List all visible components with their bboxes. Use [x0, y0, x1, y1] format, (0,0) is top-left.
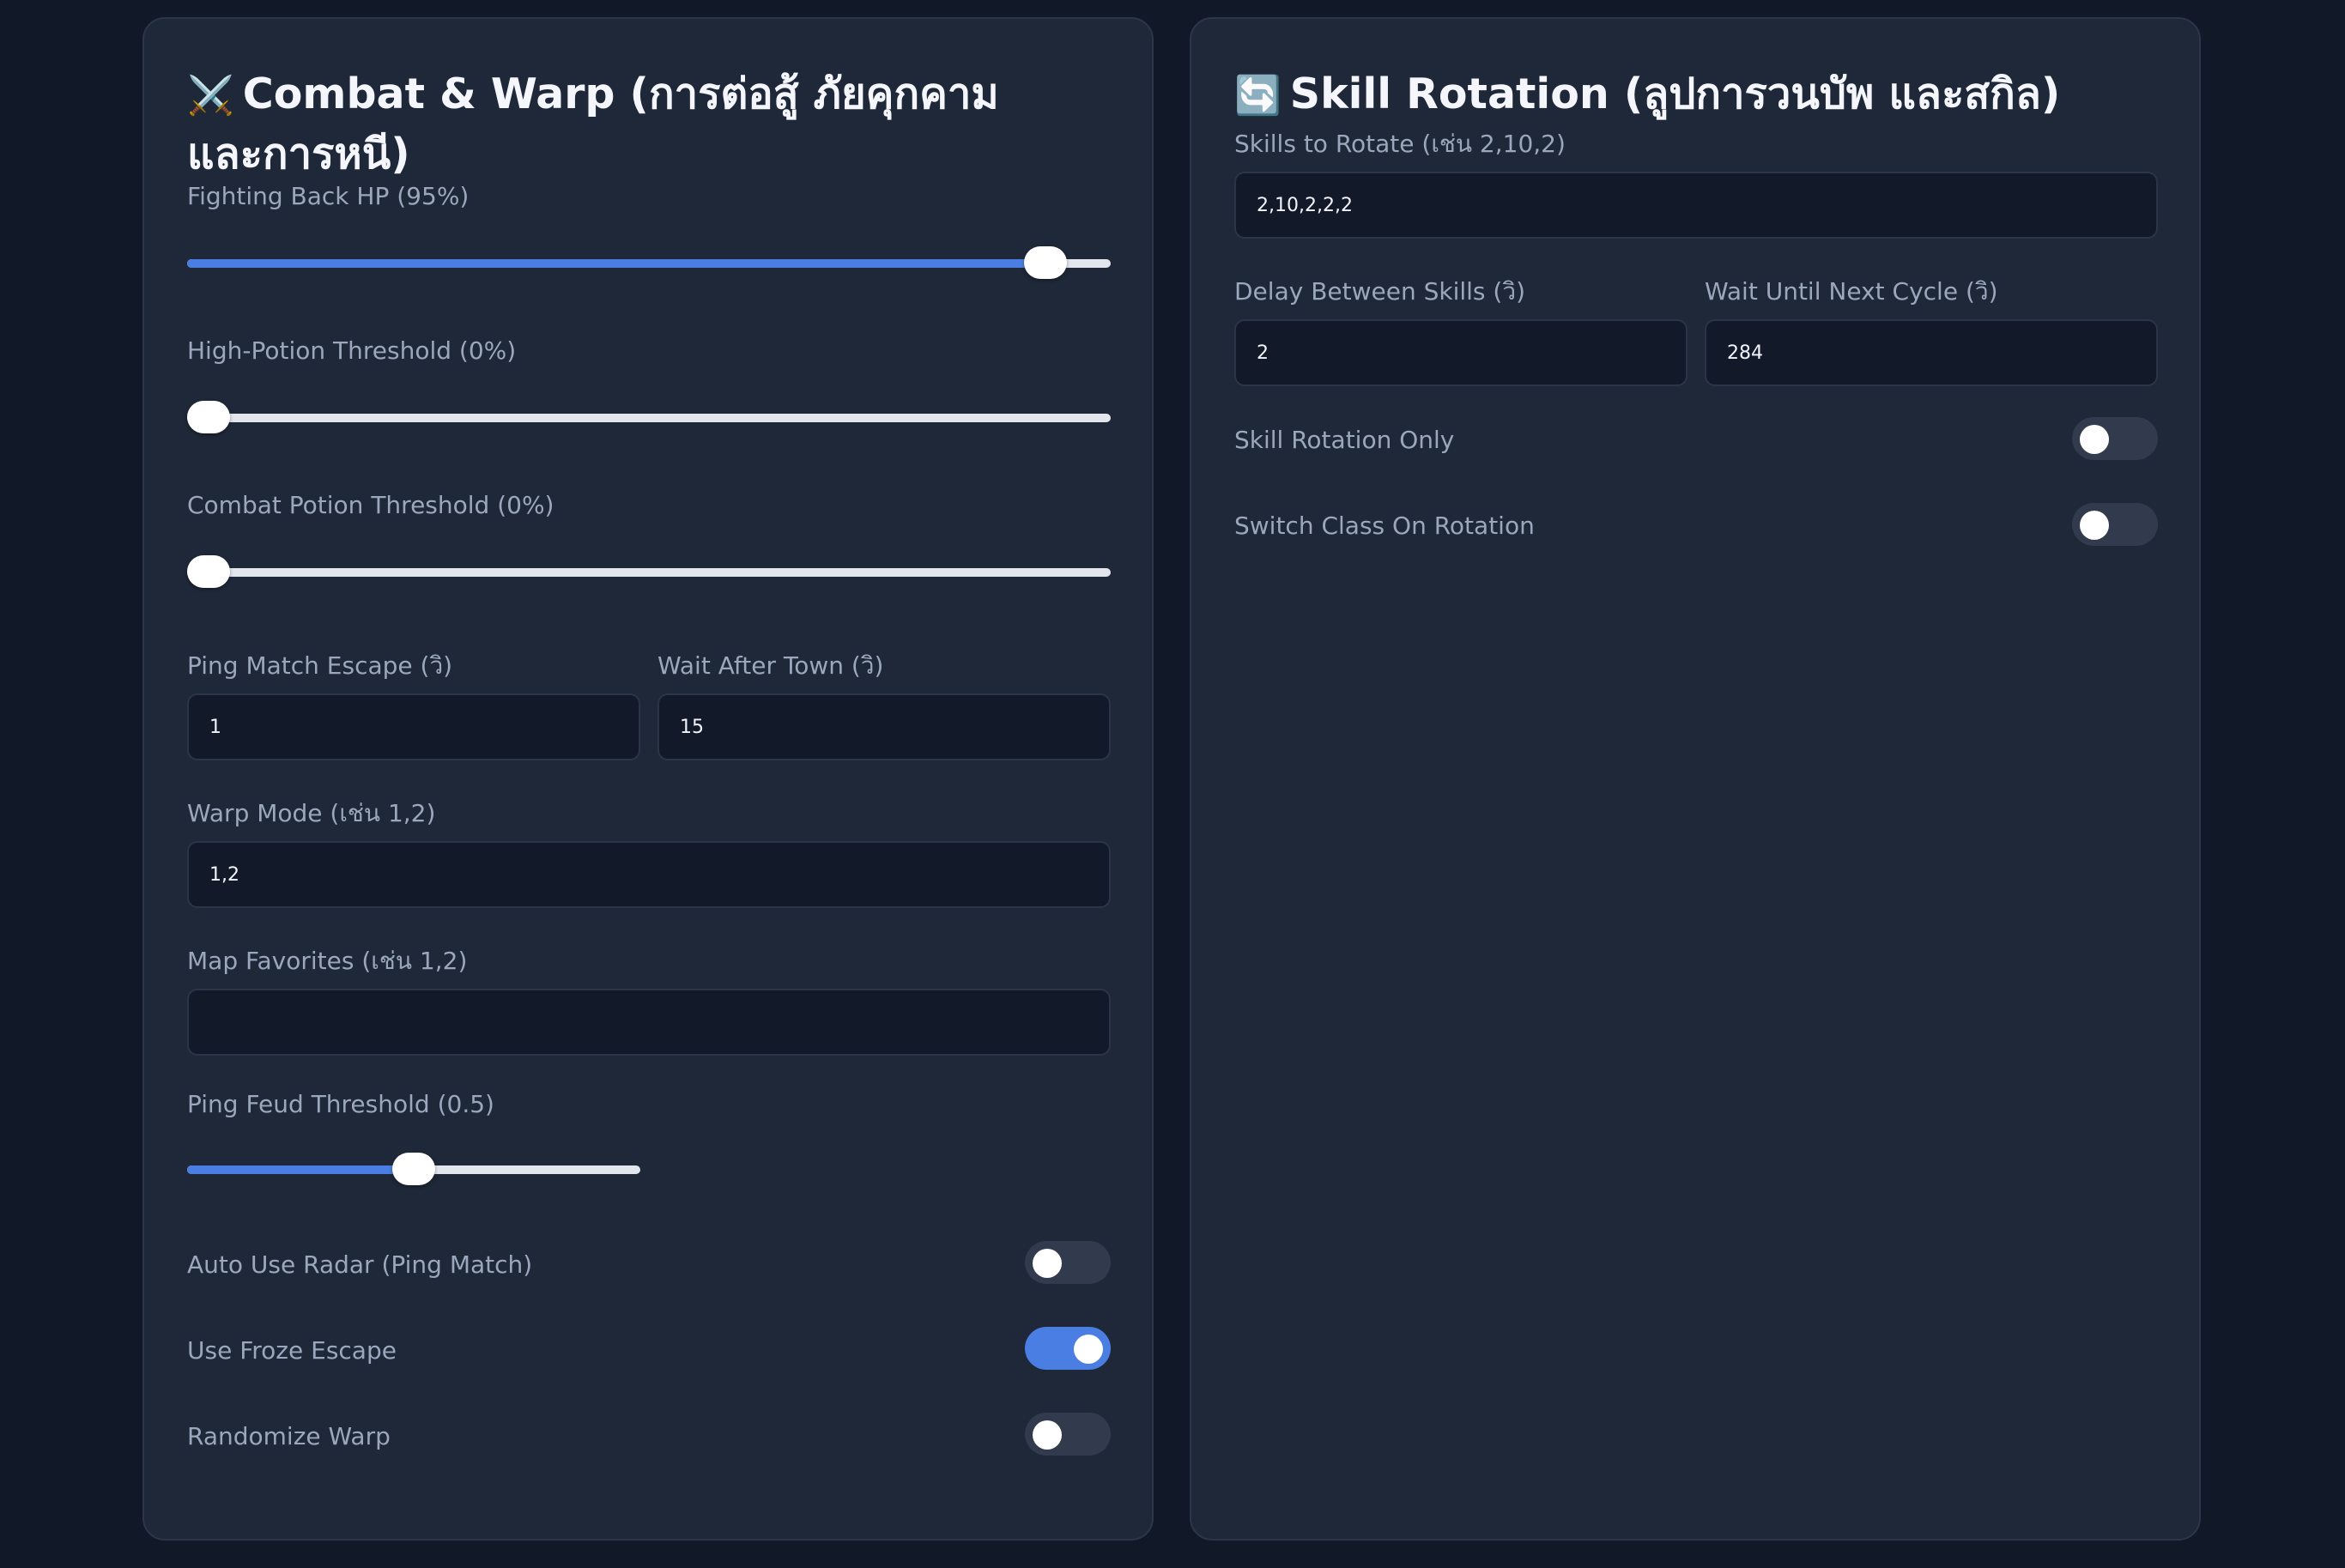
- rotation-panel-title-text: Skill Rotation (ลูปการวนบัพ และสกิล): [1289, 70, 2061, 118]
- high-potion-threshold-label: High-Potion Threshold (0%): [187, 336, 517, 365]
- warp-mode-label: Warp Mode (เช่น 1,2): [187, 799, 436, 827]
- use-froze-escape-label: Use Froze Escape: [187, 1336, 397, 1365]
- map-favorites-label: Map Favorites (เช่น 1,2): [187, 947, 468, 975]
- slider-thumb[interactable]: [1023, 246, 1067, 279]
- slider-thumb[interactable]: [392, 1153, 435, 1185]
- slider-fill: [187, 1165, 414, 1174]
- auto-use-radar-toggle[interactable]: [1025, 1241, 1111, 1284]
- auto-use-radar-label: Auto Use Radar (Ping Match): [187, 1250, 533, 1279]
- slider-thumb[interactable]: [187, 555, 230, 588]
- skills-to-rotate-label: Skills to Rotate (เช่น 2,10,2): [1234, 130, 1566, 158]
- toggle-knob: [1033, 1420, 1062, 1450]
- rotation-panel-title: 🔄 Skill Rotation (ลูปการวนบัพ และสกิล): [1234, 65, 2127, 125]
- fighting-back-hp-slider[interactable]: [187, 246, 1111, 279]
- combat-panel-title-text: Combat & Warp (การต่อสู้ ภัยคุกคาม และกา…: [187, 70, 999, 179]
- fighting-back-hp-label: Fighting Back HP (95%): [187, 182, 470, 210]
- warp-mode-input[interactable]: [187, 841, 1111, 908]
- combat-warp-panel: ⚔️ Combat & Warp (การต่อสู้ ภัยคุกคาม และ…: [142, 17, 1154, 1541]
- use-froze-escape-toggle[interactable]: [1025, 1327, 1111, 1370]
- toggle-knob: [1074, 1335, 1103, 1364]
- wait-after-town-label: Wait After Town (วิ): [657, 651, 884, 680]
- delay-between-skills-label: Delay Between Skills (วิ): [1234, 277, 1525, 306]
- skill-rotation-only-label: Skill Rotation Only: [1234, 426, 1455, 454]
- combat-potion-threshold-label: Combat Potion Threshold (0%): [187, 491, 554, 519]
- skill-rotation-panel: 🔄 Skill Rotation (ลูปการวนบัพ และสกิล) Sk…: [1190, 17, 2201, 1541]
- combat-potion-threshold-slider[interactable]: [187, 555, 1111, 588]
- combat-panel-title: ⚔️ Combat & Warp (การต่อสู้ ภัยคุกคาม และ…: [187, 65, 1080, 184]
- toggle-knob: [1033, 1249, 1062, 1278]
- skills-to-rotate-input[interactable]: [1234, 172, 2158, 239]
- wait-after-town-input[interactable]: [657, 693, 1111, 760]
- delay-between-skills-input[interactable]: [1234, 319, 1688, 386]
- randomize-warp-label: Randomize Warp: [187, 1422, 391, 1450]
- map-favorites-input[interactable]: [187, 989, 1111, 1056]
- switch-class-on-rotation-toggle[interactable]: [2072, 503, 2158, 546]
- crossed-swords-icon: ⚔️: [187, 74, 234, 118]
- switch-class-on-rotation-label: Switch Class On Rotation: [1234, 512, 1535, 540]
- slider-fill: [187, 259, 1065, 268]
- high-potion-threshold-slider[interactable]: [187, 401, 1111, 433]
- slider-thumb[interactable]: [187, 401, 230, 433]
- ping-feud-threshold-slider[interactable]: [187, 1153, 640, 1185]
- toggle-knob: [2080, 425, 2109, 454]
- ping-feud-threshold-label: Ping Feud Threshold (0.5): [187, 1090, 494, 1118]
- slider-track: [187, 568, 1111, 577]
- refresh-icon: 🔄: [1234, 74, 1282, 118]
- slider-track: [187, 414, 1111, 422]
- wait-until-next-cycle-label: Wait Until Next Cycle (วิ): [1705, 277, 1998, 306]
- skill-rotation-only-toggle[interactable]: [2072, 417, 2158, 460]
- toggle-knob: [2080, 511, 2109, 540]
- ping-match-escape-input[interactable]: [187, 693, 640, 760]
- randomize-warp-toggle[interactable]: [1025, 1413, 1111, 1456]
- ping-match-escape-label: Ping Match Escape (วิ): [187, 651, 453, 680]
- wait-until-next-cycle-input[interactable]: [1705, 319, 2158, 386]
